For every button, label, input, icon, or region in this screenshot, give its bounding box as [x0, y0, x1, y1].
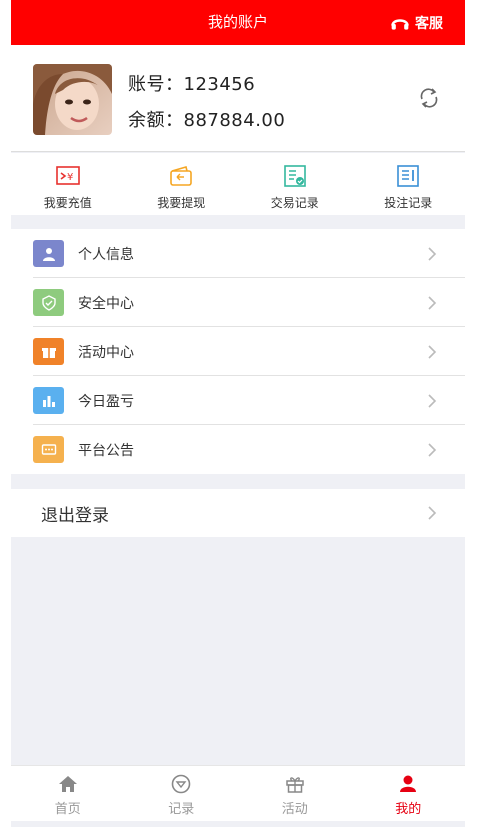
menu-item-personal-info[interactable]: 个人信息	[11, 229, 465, 278]
transaction-icon	[283, 165, 306, 187]
top-header: 我的账户 客服	[11, 0, 465, 45]
balance-amount: 887884.00	[183, 110, 286, 131]
menu-label-activity: 活动中心	[78, 344, 134, 361]
quick-actions-bar: ¥ 我要充值 我要提现 交易记录 投注记录	[11, 153, 465, 215]
avatar[interactable]	[33, 64, 112, 135]
bet-record-label: 投注记录	[384, 196, 433, 210]
tab-label-mine: 我的	[395, 802, 422, 817]
message-icon	[33, 436, 64, 463]
chevron-right-icon	[428, 506, 437, 520]
chevron-right-icon	[428, 394, 437, 408]
menu-item-announcement[interactable]: 平台公告	[11, 425, 465, 474]
withdraw-label: 我要提现	[157, 196, 206, 210]
avatar-photo	[33, 64, 112, 135]
transaction-record-label: 交易记录	[270, 196, 319, 210]
settings-menu: 个人信息 安全中心 活动中心 今日盈亏 平台公告	[11, 229, 465, 474]
logout-label: 退出登录	[41, 505, 109, 526]
account-number: 123456	[183, 74, 256, 95]
bet-record-icon	[397, 165, 420, 187]
menu-label-announcement: 平台公告	[78, 442, 134, 459]
account-label: 账号：	[128, 74, 184, 95]
tab-activity[interactable]: 活动	[238, 766, 352, 821]
transaction-record-button[interactable]: 交易记录	[238, 153, 352, 215]
tab-record[interactable]: 记录	[125, 766, 239, 821]
logout-button[interactable]: 退出登录	[11, 489, 465, 537]
headset-icon	[391, 18, 409, 30]
recharge-button[interactable]: ¥ 我要充值	[11, 153, 125, 215]
wallet-icon	[170, 166, 193, 186]
chevron-right-icon	[428, 247, 437, 261]
record-icon	[171, 774, 191, 794]
tab-home[interactable]: 首页	[11, 766, 125, 821]
customer-service-button[interactable]: 客服	[389, 0, 443, 45]
user-icon	[400, 775, 417, 792]
gift-icon	[33, 338, 64, 365]
menu-label-personal-info: 个人信息	[78, 246, 134, 263]
balance-line: 余额：887884.00	[128, 106, 285, 132]
customer-service-label: 客服	[415, 15, 443, 32]
menu-item-security[interactable]: 安全中心	[11, 278, 465, 327]
account-line: 账号：123456	[128, 70, 255, 96]
chevron-right-icon	[428, 443, 437, 457]
menu-label-daily-profit: 今日盈亏	[78, 393, 134, 410]
bar-chart-icon	[33, 387, 64, 414]
person-icon	[33, 240, 64, 267]
refresh-icon[interactable]	[417, 86, 441, 110]
chevron-right-icon	[428, 296, 437, 310]
recharge-icon: ¥	[55, 166, 80, 185]
gift-icon	[286, 777, 304, 793]
bottom-tab-bar: 首页 记录 活动 我的	[11, 765, 465, 821]
tab-mine[interactable]: 我的	[352, 766, 466, 821]
menu-item-daily-profit[interactable]: 今日盈亏	[11, 376, 465, 425]
home-icon	[58, 776, 77, 792]
tab-label-home: 首页	[54, 802, 81, 817]
shield-icon	[33, 289, 64, 316]
tab-label-record: 记录	[168, 802, 195, 817]
recharge-label: 我要充值	[43, 196, 92, 210]
chevron-right-icon	[428, 345, 437, 359]
withdraw-button[interactable]: 我要提现	[125, 153, 239, 215]
bet-record-button[interactable]: 投注记录	[352, 153, 466, 215]
tab-label-activity: 活动	[281, 802, 308, 817]
profile-card: 账号：123456 余额：887884.00	[11, 45, 465, 152]
svg-text:¥: ¥	[67, 172, 73, 183]
menu-item-activity[interactable]: 活动中心	[11, 327, 465, 376]
app-container: 我的账户 客服 账号：123456 余额：887884.00 ¥ 我要充值 我要…	[11, 0, 465, 827]
menu-label-security: 安全中心	[78, 295, 134, 312]
balance-label: 余额：	[128, 110, 184, 131]
